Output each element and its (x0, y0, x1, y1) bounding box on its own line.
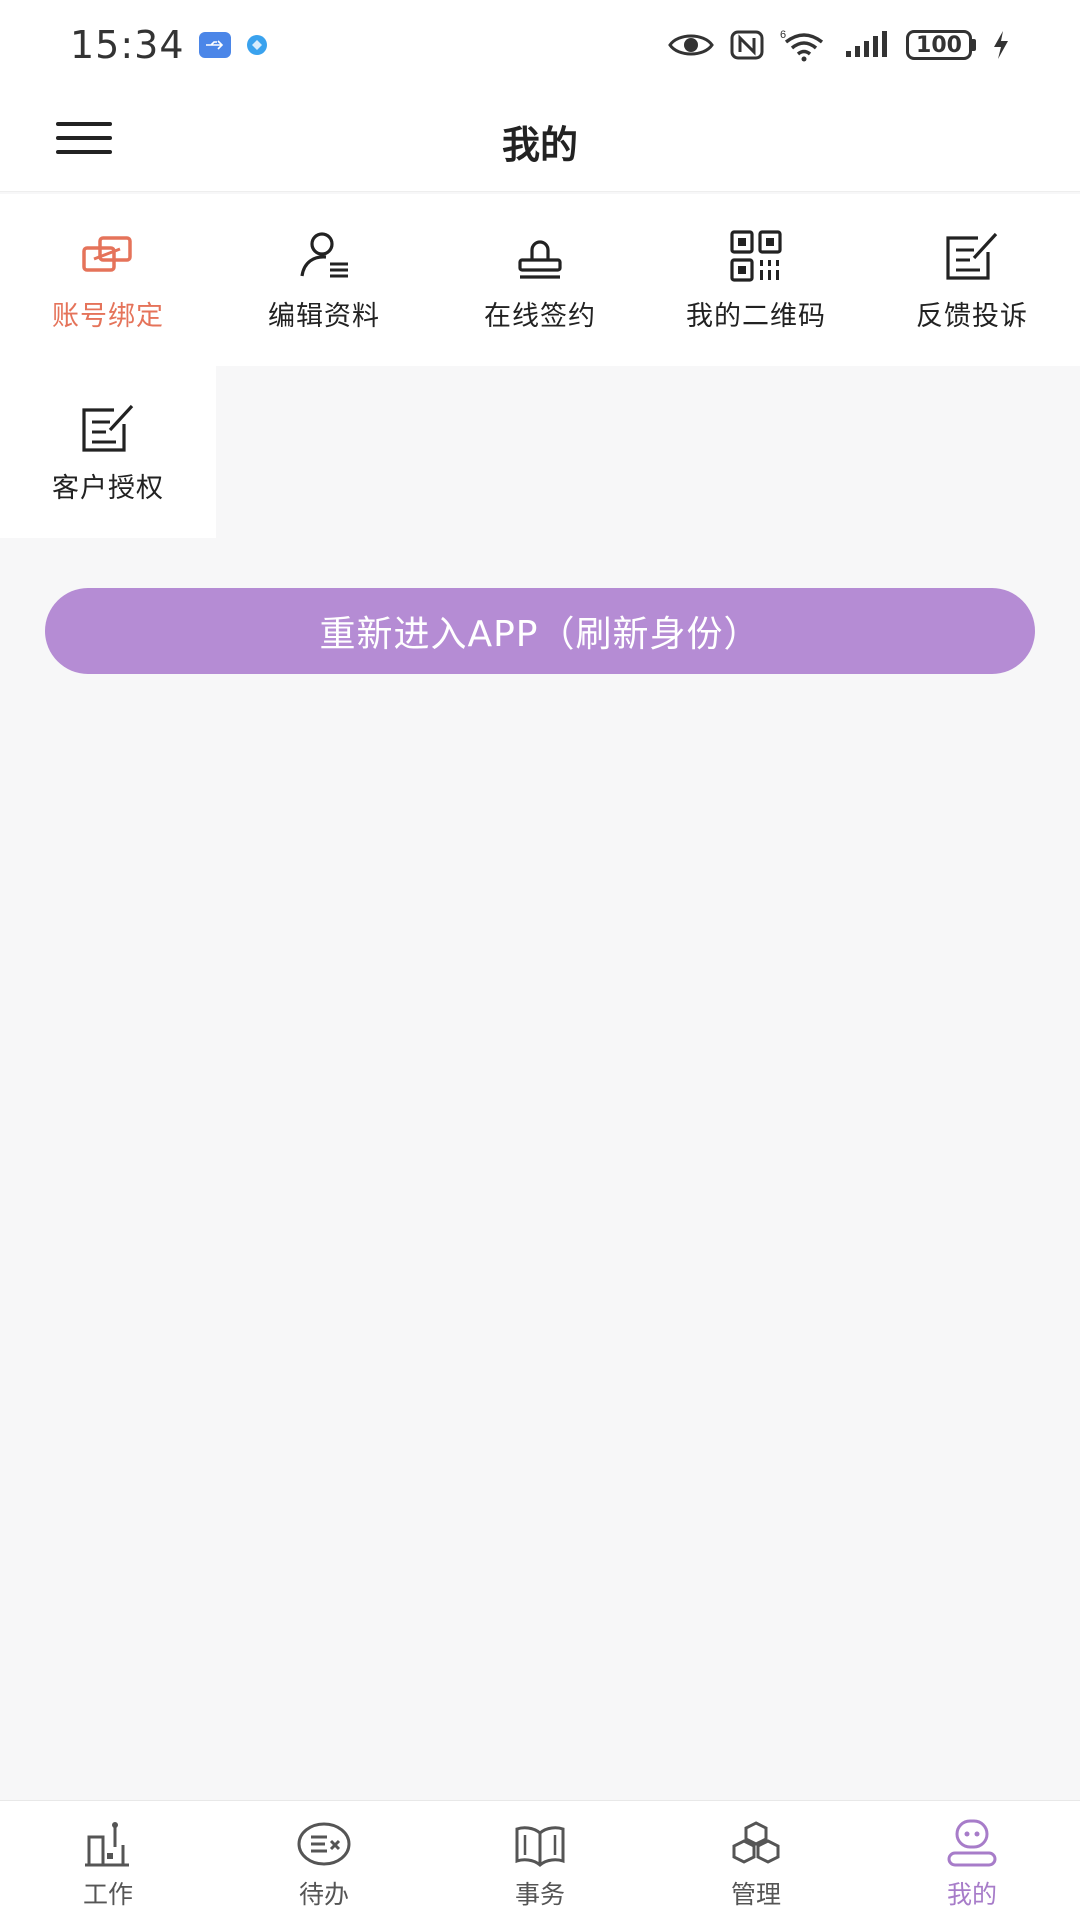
status-right: 6 100 (668, 28, 1010, 62)
book-icon (515, 1826, 565, 1867)
battery-tip (972, 39, 976, 51)
nav-label: 事务 (514, 1880, 565, 1909)
battery-indicator: 100 (906, 30, 976, 60)
feature-grid-row2: 客户授权 (0, 366, 1080, 538)
work-icon (85, 1822, 129, 1867)
edit-note-icon (946, 232, 998, 280)
nav-item-todo[interactable]: 待办 (216, 1801, 432, 1920)
grid-label: 客户授权 (52, 473, 164, 504)
usb-icon (198, 32, 231, 58)
user-edit-icon (300, 232, 348, 278)
bottom-nav: 工作 待办 事务 管理 我的 (0, 1800, 1080, 1920)
app-header: 我的 (0, 90, 1080, 192)
qrcode-icon (730, 230, 782, 282)
nav-item-work[interactable]: 工作 (0, 1801, 216, 1920)
link-windows-icon (82, 236, 132, 272)
nav-label: 管理 (730, 1880, 781, 1909)
grid-label: 在线签约 (484, 301, 596, 332)
edit-note-icon (82, 404, 134, 452)
status-left: 15:34 (70, 23, 269, 67)
wifi-icon: 6 (780, 29, 824, 62)
grid-item-edit-profile[interactable]: 编辑资料 (216, 194, 432, 366)
nav-item-manage[interactable]: 管理 (648, 1801, 864, 1920)
cubes-icon (732, 1821, 780, 1864)
grid-item-account-binding[interactable]: 账号绑定 (0, 194, 216, 366)
grid-label: 编辑资料 (268, 301, 380, 332)
nav-label: 我的 (946, 1880, 997, 1909)
nav-label: 工作 (82, 1880, 133, 1909)
grid-item-my-qrcode[interactable]: 我的二维码 (648, 194, 864, 366)
grid-label: 我的二维码 (686, 301, 826, 332)
eye-icon (668, 34, 714, 56)
grid-item-online-signing[interactable]: 在线签约 (432, 194, 648, 366)
profile-icon (947, 1819, 997, 1867)
nav-item-mine[interactable]: 我的 (864, 1801, 1080, 1920)
nav-label: 待办 (298, 1880, 349, 1909)
status-bar: 15:34 6 100 (0, 0, 1080, 90)
battery-level: 100 (906, 30, 972, 60)
stamp-icon (518, 240, 562, 279)
grid-item-client-authorization[interactable]: 客户授权 (0, 366, 216, 538)
grid-label: 反馈投诉 (916, 301, 1028, 332)
page-title: 我的 (501, 123, 578, 167)
todo-icon (297, 1822, 351, 1866)
refresh-identity-button[interactable]: 重新进入APP（刷新身份） (45, 588, 1035, 674)
grid-label: 账号绑定 (52, 301, 164, 332)
nfc-icon (730, 30, 764, 60)
charging-icon (994, 31, 1008, 59)
app-notification-icon (246, 35, 267, 55)
network-badge: 6 (780, 29, 786, 41)
nav-item-affairs[interactable]: 事务 (432, 1801, 648, 1920)
feature-grid: 账号绑定 编辑资料 在线签约 我的二维码 反馈投诉 (0, 194, 1080, 366)
signal-icon (846, 31, 887, 57)
grid-item-feedback[interactable]: 反馈投诉 (864, 194, 1080, 366)
status-time: 15:34 (70, 23, 185, 67)
